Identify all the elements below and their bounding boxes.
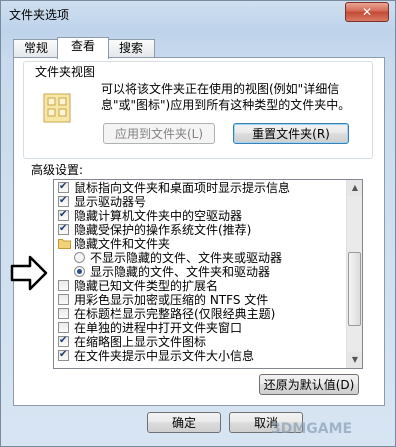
- list-item-label: 在单独的进程中打开文件夹窗口: [74, 321, 243, 335]
- radio-button[interactable]: [74, 252, 85, 263]
- list-item-label: 隐藏文件和文件夹: [74, 237, 171, 251]
- list-item-label: 隐藏计算机文件夹中的空驱动器: [74, 209, 243, 223]
- checkbox[interactable]: [58, 348, 69, 362]
- advanced-settings-list[interactable]: 鼠标指向文件夹和桌面项时显示提示信息 显示驱动器号 隐藏计算机文件夹中的空驱动器…: [53, 179, 363, 369]
- ok-button[interactable]: 确定: [147, 412, 221, 433]
- list-item-label: 在文件夹提示中显示文件大小信息: [74, 349, 255, 363]
- checkbox[interactable]: [58, 294, 69, 305]
- list-item-label: 用彩色显示加密或压缩的 NTFS 文件: [74, 293, 269, 307]
- radio-button[interactable]: [74, 266, 85, 277]
- folder-view-description: 可以将该文件夹正在使用的视图(例如"详细信息"或"图标")应用到所有这种类型的文…: [101, 82, 351, 112]
- list-item-label: 不显示隐藏的文件、文件夹或驱动器: [90, 251, 283, 265]
- pointer-arrow-icon: [10, 255, 48, 291]
- close-button[interactable]: ✕: [345, 2, 389, 22]
- scroll-down-icon[interactable]: ▼: [347, 352, 362, 368]
- list-item-label: 鼠标指向文件夹和桌面项时显示提示信息: [74, 181, 291, 195]
- list-item-label: 在缩略图上显示文件图标: [74, 335, 207, 349]
- list-item-label: 隐藏已知文件类型的扩展名: [74, 279, 219, 293]
- tab-search[interactable]: 搜索: [107, 39, 155, 57]
- scrollbar-thumb[interactable]: [348, 252, 361, 326]
- checkbox[interactable]: [58, 208, 69, 222]
- vertical-scrollbar[interactable]: ▲ ▼: [346, 180, 362, 368]
- tab-general[interactable]: 常规: [13, 39, 59, 57]
- checkbox[interactable]: [58, 194, 69, 208]
- list-item-label: 在标题栏显示完整路径(仅限经典主题): [74, 307, 276, 321]
- scroll-up-icon[interactable]: ▲: [347, 180, 362, 196]
- list-item-label: 隐藏受保护的操作系统文件(推荐): [74, 223, 252, 237]
- list-item-label: 显示隐藏的文件、文件夹和驱动器: [90, 265, 271, 279]
- folder-view-icon: [43, 93, 71, 123]
- title-bar[interactable]: 文件夹选项 ✕: [1, 1, 395, 27]
- checkbox[interactable]: [58, 280, 69, 291]
- folder-icon: [58, 239, 71, 249]
- checkbox[interactable]: [58, 222, 69, 236]
- watermark: 3DMGAME: [271, 421, 353, 437]
- folder-view-legend: 文件夹视图: [33, 63, 98, 80]
- close-icon: ✕: [361, 5, 373, 19]
- list-item-label: 显示驱动器号: [74, 195, 147, 209]
- window-title: 文件夹选项: [9, 8, 70, 22]
- checkbox[interactable]: [58, 322, 69, 333]
- advanced-settings-label: 高级设置:: [31, 163, 84, 177]
- apply-to-folders-button[interactable]: 应用到文件夹(L): [103, 123, 215, 144]
- checkbox[interactable]: [58, 308, 69, 319]
- restore-defaults-button[interactable]: 还原为默认值(D): [259, 374, 359, 395]
- checkbox[interactable]: [58, 334, 69, 348]
- checkbox[interactable]: [58, 180, 69, 194]
- tab-view[interactable]: 查看: [57, 37, 109, 59]
- reset-folders-button[interactable]: 重置文件夹(R): [233, 123, 349, 144]
- folder-options-window: 文件夹选项 ✕ 常规 查看 搜索 文件夹视图 可以将该文件夹正在使用的视图(例如…: [0, 0, 396, 447]
